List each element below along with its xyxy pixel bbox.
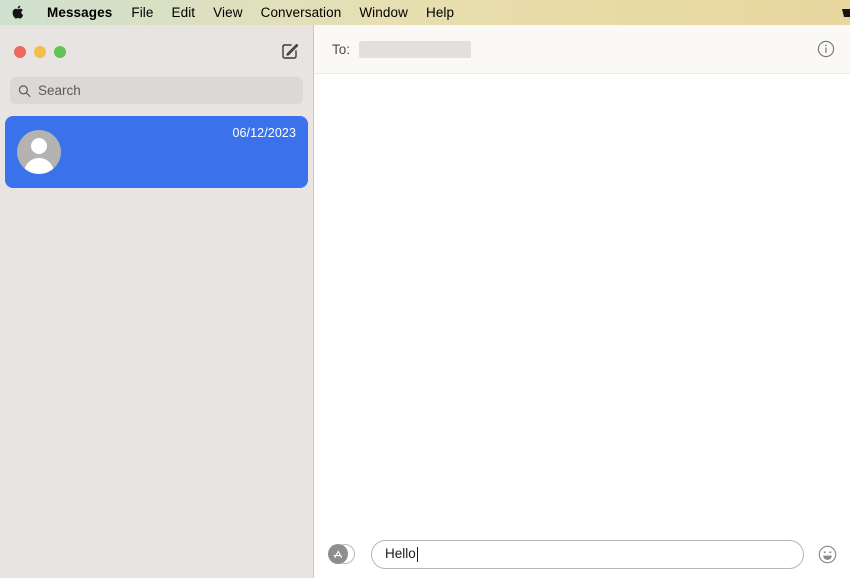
conversation-date: 06/12/2023 [232, 126, 296, 140]
message-compose-bar: Hello [314, 530, 850, 578]
emoji-picker-button[interactable] [816, 543, 838, 565]
conversation-details-button[interactable] [816, 39, 836, 59]
compose-new-message-button[interactable] [279, 40, 301, 62]
menu-item-conversation[interactable]: Conversation [252, 0, 351, 25]
message-transcript[interactable] [314, 74, 850, 530]
macos-menu-bar: Messages File Edit View Conversation Win… [0, 0, 850, 25]
search-field[interactable] [10, 77, 303, 104]
search-icon [18, 84, 31, 97]
close-window-button[interactable] [14, 45, 26, 58]
recipient-bar: To: [314, 25, 850, 74]
avatar-head [31, 138, 47, 154]
menu-item-window[interactable]: Window [350, 0, 417, 25]
recipient-field[interactable] [359, 40, 472, 58]
info-icon [817, 40, 835, 58]
conversations-sidebar: 06/12/2023 [0, 25, 313, 578]
app-store-button[interactable] [326, 542, 356, 566]
maximize-window-button[interactable] [54, 45, 66, 58]
avatar-body [24, 158, 54, 174]
menu-item-view[interactable]: View [204, 0, 251, 25]
smiley-face-icon [818, 545, 836, 563]
text-cursor [416, 546, 419, 562]
menu-item-edit[interactable]: Edit [163, 0, 205, 25]
person-placeholder-icon [17, 130, 61, 174]
menu-bar-status-area [840, 0, 850, 25]
search-input[interactable] [37, 83, 295, 98]
conversation-panel: To: Hello [314, 25, 850, 578]
app-store-icon [328, 544, 348, 564]
app-window-body: 06/12/2023 To: [0, 25, 850, 578]
menu-item-file[interactable]: File [122, 0, 162, 25]
minimize-window-button[interactable] [34, 45, 46, 58]
conversation-row[interactable]: 06/12/2023 [5, 116, 308, 188]
compose-icon [282, 43, 299, 59]
to-label: To: [332, 41, 351, 57]
sidebar-header [0, 25, 313, 77]
messages-app-window: Messages File Edit View Conversation Win… [0, 0, 850, 578]
conversation-list: 06/12/2023 [0, 116, 313, 188]
menu-item-help[interactable]: Help [417, 0, 463, 25]
menubar-status-icon[interactable] [840, 6, 850, 20]
menu-item-messages[interactable]: Messages [37, 0, 122, 25]
window-traffic-lights [14, 45, 66, 58]
message-input-field[interactable]: Hello [371, 539, 804, 569]
message-input-value: Hello [385, 546, 416, 562]
apple-logo-icon[interactable] [9, 3, 24, 21]
